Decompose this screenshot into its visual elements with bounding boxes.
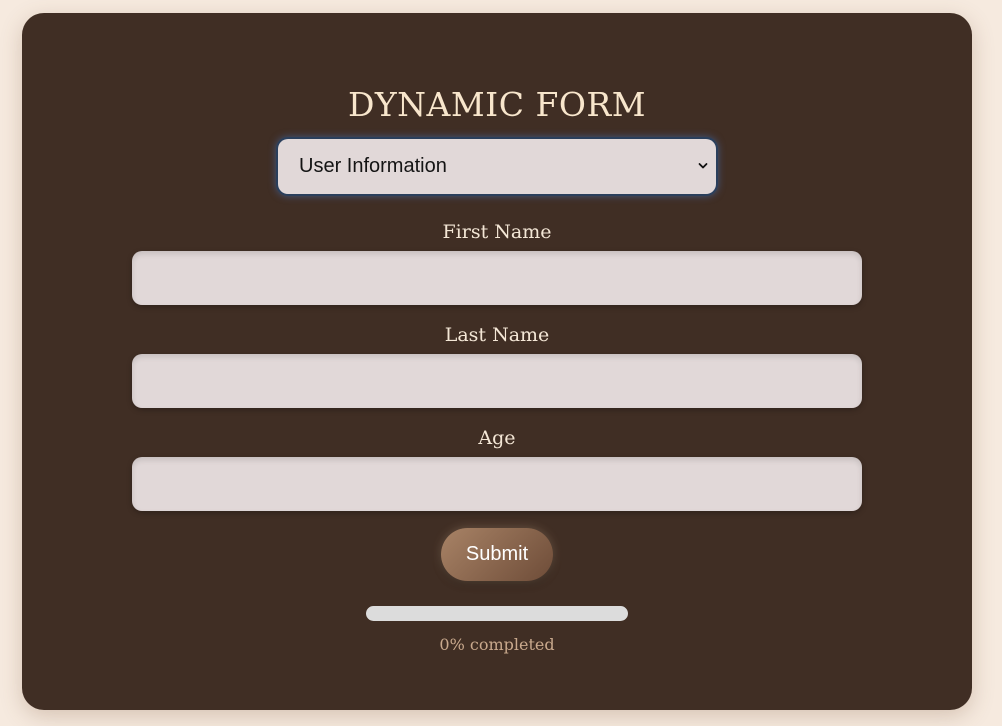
form-title: DYNAMIC FORM — [347, 85, 647, 124]
last-name-label: Last Name — [444, 324, 550, 346]
progress-bar — [366, 606, 628, 621]
age-input[interactable] — [132, 457, 862, 511]
first-name-label: First Name — [442, 221, 552, 243]
section-select[interactable]: User Information — [278, 139, 716, 194]
submit-button[interactable]: Submit — [441, 528, 553, 581]
progress-text: 0% completed — [439, 635, 555, 654]
form-card: DYNAMIC FORM User Information First Name… — [22, 13, 972, 710]
section-select-value: User Information — [299, 155, 447, 177]
chevron-down-icon — [698, 163, 708, 169]
last-name-input[interactable] — [132, 354, 862, 408]
first-name-input[interactable] — [132, 251, 862, 305]
age-label: Age — [478, 427, 516, 449]
